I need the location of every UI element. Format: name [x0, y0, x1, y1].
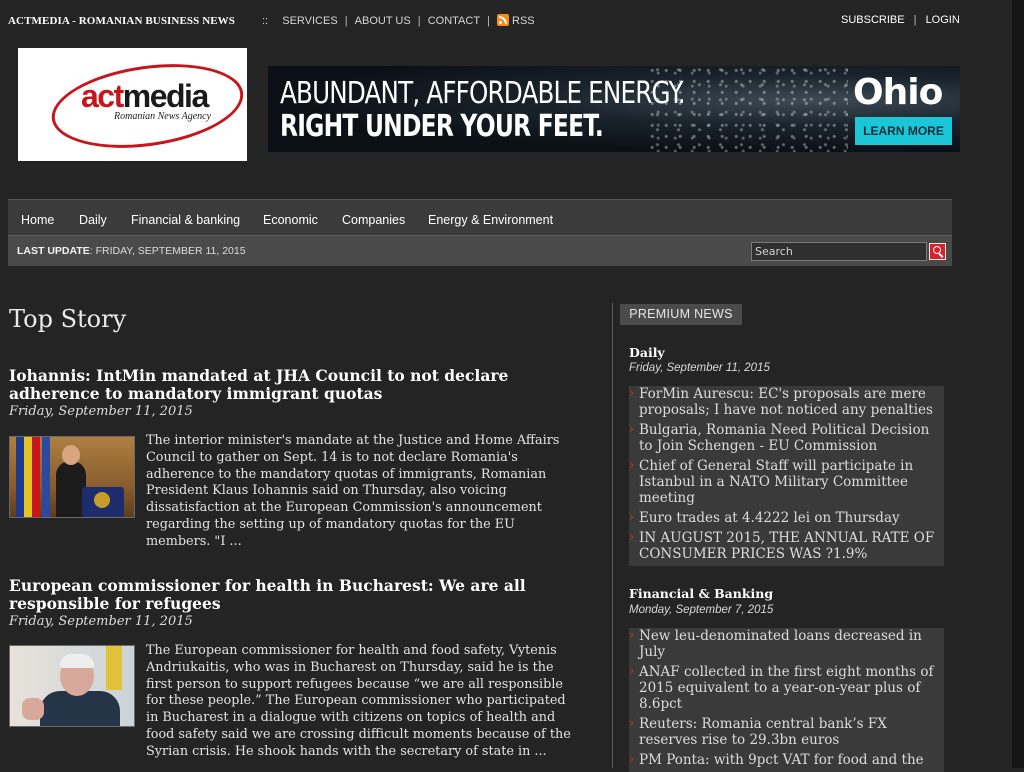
main-nav: Home Daily Financial & banking Economic … [8, 199, 952, 236]
sidebar-news-list-financial: › New leu-denominated loans decreased in … [629, 628, 944, 772]
article-title-link[interactable]: European commissioner for health in Buch… [9, 577, 589, 613]
login-link[interactable]: LOGIN [926, 14, 960, 26]
banner-brand: Ohio [853, 72, 943, 113]
list-item[interactable]: › IN AUGUST 2015, THE ANNUAL RATE OF CONS… [629, 530, 944, 562]
list-item[interactable]: › Reuters: Romania central bank’s FX rese… [629, 716, 944, 748]
column-divider [612, 303, 613, 768]
last-update-value: : FRIDAY, SEPTEMBER 11, 2015 [89, 245, 246, 257]
premium-news-tab[interactable]: PREMIUM NEWS [620, 304, 742, 325]
article-thumbnail[interactable] [9, 645, 135, 727]
user-links: SUBSCRIBE | LOGIN [841, 14, 960, 26]
nav-financial-banking[interactable]: Financial & banking [131, 213, 240, 227]
search-input[interactable] [751, 242, 927, 261]
article-title-link[interactable]: Iohannis: IntMin mandated at JHA Council… [9, 367, 589, 403]
list-item[interactable]: › PM Ponta: with 9pct VAT for food and th… [629, 752, 944, 768]
top-story-heading: Top Story [9, 305, 127, 333]
contact-link[interactable]: CONTACT [428, 15, 480, 27]
last-update: LAST UPDATE: FRIDAY, SEPTEMBER 11, 2015 [17, 245, 246, 257]
subscribe-link[interactable]: SUBSCRIBE [841, 14, 905, 26]
top-links: :: SERVICES | ABOUT US | CONTACT | RSS [262, 14, 535, 27]
article-excerpt: The European commissioner for health and… [146, 643, 571, 759]
top-bar: ACTMEDIA - ROMANIAN BUSINESS NEWS :: SER… [0, 0, 1010, 40]
rss-link[interactable]: RSS [497, 14, 535, 27]
nav-daily[interactable]: Daily [79, 213, 107, 227]
article-thumbnail[interactable] [9, 436, 135, 518]
site-title: ACTMEDIA - ROMANIAN BUSINESS NEWS [8, 15, 236, 27]
logo-tagline: Romanian News Agency [114, 111, 212, 122]
list-item[interactable]: › ANAF collected in the first eight month… [629, 664, 944, 712]
list-item[interactable]: › Chief of General Staff will participate… [629, 458, 944, 506]
update-bar: LAST UPDATE: FRIDAY, SEPTEMBER 11, 2015 [8, 235, 952, 266]
arrow-icon: › [629, 530, 635, 545]
page-right-gutter [1012, 0, 1024, 768]
sidebar-section-title-daily[interactable]: Daily [629, 345, 665, 360]
article-item: Iohannis: IntMin mandated at JHA Council… [9, 367, 589, 549]
search-box [751, 242, 948, 261]
arrow-icon: › [629, 664, 635, 679]
list-item[interactable]: › ForMin Aurescu: EC's proposals are mere… [629, 386, 944, 418]
article-item: European commissioner for health in Buch… [9, 577, 589, 759]
nav-home[interactable]: Home [21, 213, 54, 227]
sidebar-section-date: Friday, September 11, 2015 [629, 362, 770, 374]
banner-ad[interactable]: ABUNDANT, AFFORDABLE ENERGY. RIGHT UNDER… [268, 66, 960, 152]
article-excerpt: The interior minister's mandate at the J… [146, 433, 560, 549]
list-item[interactable]: › Bulgaria, Romania Need Political Decisi… [629, 422, 944, 454]
arrow-icon: › [629, 458, 635, 473]
rss-label: RSS [512, 15, 535, 27]
site-logo[interactable]: actmedia Romanian News Agency [18, 48, 249, 161]
list-item[interactable]: › New leu-denominated loans decreased in … [629, 628, 944, 660]
top-links-prefix: :: [262, 15, 269, 27]
learn-more-button[interactable]: LEARN MORE [855, 117, 952, 145]
banner-headline-2: RIGHT UNDER YOUR FEET. [280, 109, 604, 144]
arrow-icon: › [629, 386, 635, 401]
sidebar-section-title-financial[interactable]: Financial & Banking [629, 586, 773, 601]
last-update-label: LAST UPDATE [17, 245, 90, 257]
arrow-icon: › [629, 628, 635, 643]
arrow-icon: › [629, 716, 635, 731]
rss-icon [497, 14, 510, 26]
nav-economic[interactable]: Economic [263, 213, 318, 227]
list-item[interactable]: › Euro trades at 4.4222 lei on Thursday [629, 510, 944, 526]
search-button[interactable] [929, 243, 946, 260]
arrow-icon: › [629, 752, 635, 767]
arrow-icon: › [629, 510, 635, 525]
sidebar-section-date: Monday, September 7, 2015 [629, 604, 774, 616]
logo-wordmark: actmedia [81, 78, 209, 114]
nav-energy-environment[interactable]: Energy & Environment [428, 213, 553, 227]
article-date: Friday, September 11, 2015 [9, 614, 193, 629]
nav-companies[interactable]: Companies [342, 213, 405, 227]
article-date: Friday, September 11, 2015 [9, 404, 193, 419]
services-link[interactable]: SERVICES [282, 15, 337, 27]
sidebar-news-list-daily: › ForMin Aurescu: EC's proposals are mere… [629, 386, 944, 566]
about-us-link[interactable]: ABOUT US [355, 15, 411, 27]
banner-headline-1: ABUNDANT, AFFORDABLE ENERGY. [280, 76, 686, 111]
arrow-icon: › [629, 422, 635, 437]
